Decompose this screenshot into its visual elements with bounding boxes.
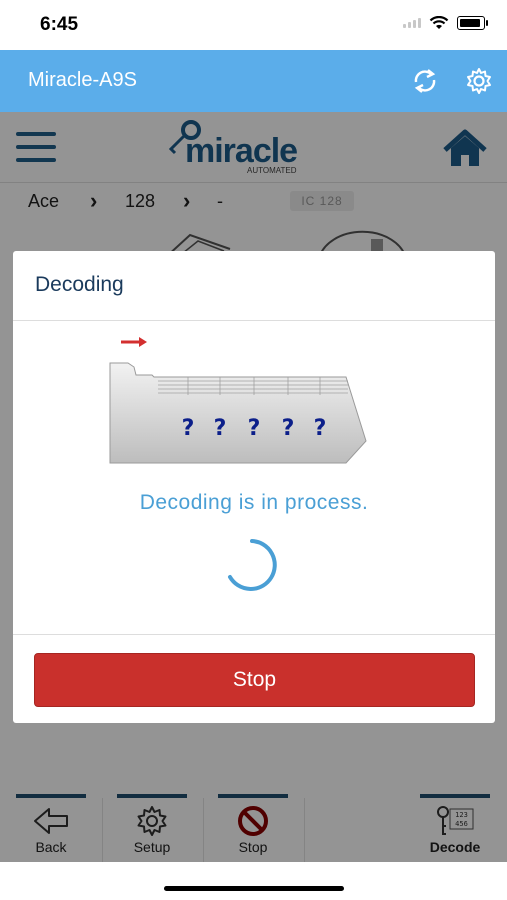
status-time: 6:45 bbox=[40, 14, 79, 35]
decoding-dialog: Decoding ? ? ? ? ? Decoding is in proces… bbox=[13, 251, 495, 723]
divider bbox=[13, 320, 495, 321]
cellular-signal-icon bbox=[403, 18, 421, 28]
key-cut-unknown: ? bbox=[282, 416, 295, 441]
stop-button[interactable]: Stop bbox=[34, 653, 475, 707]
key-blade-graphic: ? ? ? ? ? bbox=[109, 362, 367, 464]
home-indicator[interactable] bbox=[164, 886, 344, 891]
app-bar: Miracle-A9S bbox=[0, 50, 507, 112]
gear-icon[interactable] bbox=[465, 67, 493, 95]
wifi-icon bbox=[429, 16, 449, 29]
key-cut-unknown: ? bbox=[314, 416, 327, 441]
sync-icon[interactable] bbox=[410, 66, 440, 96]
battery-icon bbox=[457, 16, 488, 30]
divider bbox=[13, 634, 495, 635]
home-indicator-area bbox=[0, 862, 507, 900]
status-bar: 6:45 bbox=[0, 0, 507, 50]
arrow-right-icon bbox=[121, 337, 147, 347]
loading-spinner-icon bbox=[228, 539, 277, 591]
decoding-status-message: Decoding is in process. bbox=[139, 491, 369, 514]
status-icons bbox=[403, 16, 488, 30]
app-title: Miracle-A9S bbox=[28, 69, 137, 91]
key-cut-unknown: ? bbox=[214, 416, 227, 441]
key-cut-unknown: ? bbox=[182, 416, 195, 441]
key-cut-unknown: ? bbox=[248, 416, 261, 441]
dialog-title: Decoding bbox=[35, 273, 124, 296]
